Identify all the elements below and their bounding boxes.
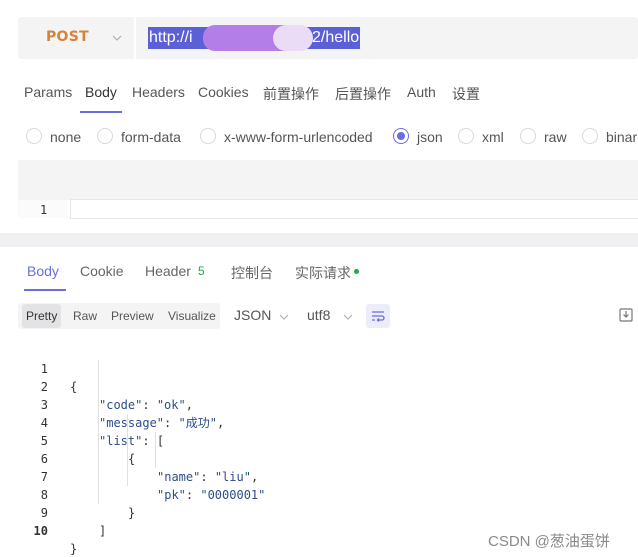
radio-label: xml (482, 129, 504, 145)
watermark: CSDN @葱油蛋饼 (488, 533, 610, 550)
active-tab-underline (80, 111, 122, 113)
radio-label: json (417, 129, 443, 145)
active-tab-underline (24, 289, 66, 291)
tab-settings[interactable]: 设置 (452, 84, 480, 104)
code-line: 6 "name": "liu", (0, 432, 638, 484)
response-tabs: Body Cookie Header 5 控制台 实际请求 (0, 258, 638, 292)
code-line: 8 } (0, 468, 638, 520)
line-number: 10 (33, 524, 48, 538)
download-icon[interactable] (619, 308, 633, 322)
code-line: 10 } (0, 504, 638, 556)
header-count-badge: 5 (198, 264, 205, 278)
method-label: POST (46, 29, 89, 45)
radio-urlencoded[interactable] (200, 128, 216, 144)
code-line: 2 "code": "ok", (0, 360, 638, 412)
tab-response-header[interactable]: Header (145, 263, 191, 279)
tab-body[interactable]: Body (85, 84, 117, 100)
radio-xml[interactable] (458, 128, 474, 144)
tab-auth[interactable]: Auth (407, 84, 436, 100)
view-preview-button[interactable]: Preview (107, 304, 158, 328)
tab-response-body[interactable]: Body (27, 263, 59, 279)
tab-actual-request[interactable]: 实际请求 (295, 263, 351, 283)
radio-raw[interactable] (520, 128, 536, 144)
redacted-url-part (273, 25, 313, 51)
code-line: 9 ] (0, 486, 638, 538)
word-wrap-button[interactable] (366, 304, 390, 328)
code-line: 7 "pk": "0000001" (0, 450, 638, 502)
view-raw-button[interactable]: Raw (69, 304, 101, 328)
tab-pre-ops[interactable]: 前置操作 (263, 84, 319, 104)
brace: } (70, 542, 78, 556)
body-type-radios: none form-data x-www-form-urlencoded jso… (0, 124, 638, 152)
tab-cookies[interactable]: Cookies (198, 84, 249, 100)
radio-binary[interactable] (582, 128, 598, 144)
radio-dot (397, 132, 405, 140)
view-pretty-button[interactable]: Pretty (22, 304, 62, 328)
code-line: 5 { (0, 414, 638, 466)
wrap-icon (372, 311, 385, 322)
radio-label: binar (606, 129, 638, 145)
radio-circle (26, 128, 42, 144)
tab-console[interactable]: 控制台 (231, 263, 273, 283)
bracket: ] (99, 524, 107, 538)
code-line: 3 "message": "成功", (0, 378, 638, 430)
radio-label: none (50, 129, 82, 145)
body-editor-input[interactable] (70, 199, 638, 219)
line-number: 1 (40, 203, 48, 217)
view-visualize-button[interactable]: Visualize (164, 304, 220, 328)
chevron-down-icon (112, 35, 122, 41)
radio-none[interactable] (26, 128, 42, 144)
radio-json[interactable] (393, 128, 409, 144)
url-suffix: 2/hello (312, 29, 360, 46)
panel-separator[interactable] (0, 233, 638, 247)
radio-circle (520, 128, 536, 144)
radio-label: form-data (121, 129, 181, 145)
tab-post-ops[interactable]: 后置操作 (335, 84, 391, 104)
editor-toolbar (18, 160, 638, 200)
radio-circle (582, 128, 598, 144)
tab-headers[interactable]: Headers (132, 84, 185, 100)
radio-circle (200, 128, 216, 144)
method-select[interactable]: POST (18, 17, 134, 59)
chevron-down-icon (279, 314, 289, 320)
code-text: ] (99, 522, 106, 540)
url-prefix: http://i (149, 29, 193, 46)
tab-response-cookie[interactable]: Cookie (80, 263, 124, 279)
method-divider (134, 17, 136, 59)
radio-form-data[interactable] (97, 128, 113, 144)
radio-circle (458, 128, 474, 144)
request-tabs: Params Body Headers Cookies 前置操作 后置操作 Au… (0, 82, 638, 114)
tab-params[interactable]: Params (24, 84, 72, 100)
radio-label: x-www-form-urlencoded (224, 129, 373, 145)
url-bar: POST http://i 2/hello (18, 17, 638, 59)
chevron-down-icon (343, 314, 353, 320)
code-line: 4 "list": [ (0, 396, 638, 448)
code-line: 1 { (0, 342, 638, 394)
format-select[interactable]: JSON (234, 307, 271, 323)
encoding-select[interactable]: utf8 (307, 307, 330, 323)
radio-label: raw (544, 129, 567, 145)
status-dot (354, 269, 359, 274)
radio-circle-checked (393, 128, 409, 144)
code-text: } (70, 540, 77, 557)
radio-circle (97, 128, 113, 144)
